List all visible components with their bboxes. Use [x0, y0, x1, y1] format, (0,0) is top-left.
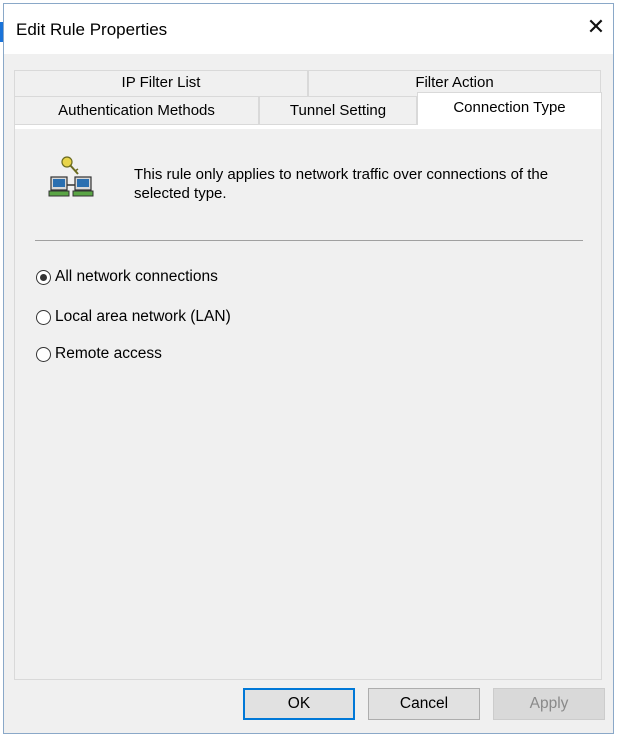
separator-line [35, 240, 583, 241]
tab-connection-type[interactable]: Connection Type [417, 92, 602, 125]
radio-remote-access[interactable] [36, 346, 51, 362]
option-label: All network connections [55, 268, 218, 285]
tab-ip-filter-list[interactable]: IP Filter List [14, 70, 308, 96]
radio-local-area-network[interactable] [36, 309, 51, 325]
cancel-button[interactable]: Cancel [368, 688, 480, 720]
option-label: Remote access [55, 345, 162, 362]
network-computers-key-icon [48, 156, 94, 197]
option-all-network-connections[interactable]: All network connections [36, 267, 218, 287]
option-remote-access[interactable]: Remote access [36, 344, 162, 364]
rule-description: This rule only applies to network traffi… [134, 166, 549, 202]
radio-all-network-connections[interactable] [36, 269, 51, 285]
option-local-area-network[interactable]: Local area network (LAN) [36, 307, 231, 327]
title-bar[interactable]: Edit Rule Properties ✕ [4, 4, 613, 54]
tab-authentication-methods[interactable]: Authentication Methods [14, 96, 259, 124]
close-icon[interactable]: ✕ [581, 13, 611, 43]
ok-button[interactable]: OK [243, 688, 355, 720]
edit-rule-properties-dialog: Edit Rule Properties ✕ IP Filter List Fi… [3, 3, 614, 734]
connection-type-panel: This rule only applies to network traffi… [14, 124, 602, 680]
tab-tunnel-setting[interactable]: Tunnel Setting [259, 96, 417, 124]
dialog-title: Edit Rule Properties [16, 20, 168, 39]
panel-header-strip [15, 125, 601, 129]
option-label: Local area network (LAN) [55, 308, 231, 325]
apply-button[interactable]: Apply [493, 688, 605, 720]
